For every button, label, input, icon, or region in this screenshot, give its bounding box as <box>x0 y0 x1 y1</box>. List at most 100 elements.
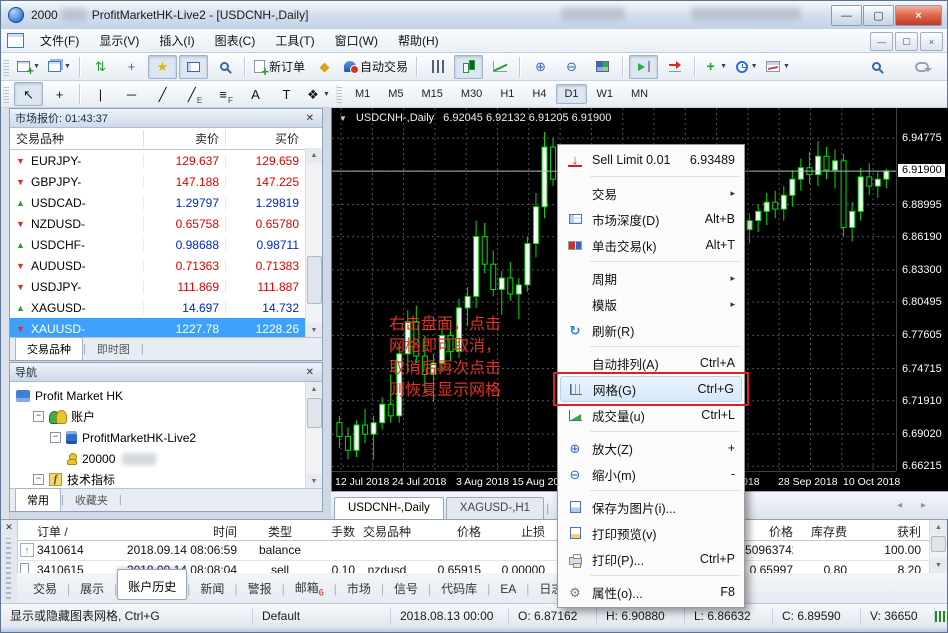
terminal-column-5[interactable]: 价格 <box>419 523 481 540</box>
context-menu-item-模版[interactable]: 模版▸ <box>558 291 744 317</box>
window-minimize-button[interactable]: — <box>831 5 862 26</box>
period-button-D1[interactable]: D1 <box>556 84 586 104</box>
market-watch-row-USDCAD-[interactable]: ▲USDCAD-1.297971.29819 <box>10 192 322 213</box>
chart-tab-scroll-arrows[interactable]: ◂ ▸ <box>897 500 934 511</box>
scroll-down-icon[interactable]: ▼ <box>306 474 322 489</box>
cursor-button[interactable]: ↖ <box>14 82 43 106</box>
scroll-up-icon[interactable]: ▲ <box>306 382 322 397</box>
market-watch-row-AUDUSD-[interactable]: ▼AUDUSD-0.713630.71383 <box>10 255 322 276</box>
chevron-down-icon[interactable]: ▼ <box>339 114 347 123</box>
candlestick-chart-button[interactable] <box>454 55 483 79</box>
terminal-tab-账户历史[interactable]: 账户历史 <box>117 569 187 600</box>
vertical-line-button[interactable]: | <box>86 82 115 106</box>
mdi-restore-button[interactable]: ▢ <box>895 32 918 51</box>
scroll-thumb[interactable] <box>931 536 946 552</box>
period-button-M30[interactable]: M30 <box>453 84 490 104</box>
terminal-tab-新闻[interactable]: 新闻 <box>190 576 234 601</box>
menu-item-6[interactable]: 帮助(H) <box>388 29 449 52</box>
period-button-H4[interactable]: H4 <box>524 84 554 104</box>
terminal-tab-交易[interactable]: 交易 <box>23 576 67 601</box>
dropdown-caret-icon[interactable]: ▼ <box>720 63 727 70</box>
market-watch-tab-1[interactable]: 即时图 <box>86 338 141 360</box>
terminal-tab-EA[interactable]: EA <box>490 578 526 600</box>
nav-item-2[interactable]: −ProfitMarketHK-Live2 <box>10 427 322 448</box>
window-close-button[interactable]: × <box>895 5 942 26</box>
terminal-toggle-button[interactable] <box>179 55 208 79</box>
mdi-minimize-button[interactable]: — <box>870 32 893 51</box>
community-button[interactable] <box>907 55 936 79</box>
terminal-column-6[interactable]: 止损 <box>483 523 545 540</box>
new-order-button[interactable]: 新订单 <box>251 55 308 79</box>
terminal-column-2[interactable]: 类型 <box>241 523 319 540</box>
drag-handle[interactable] <box>6 538 11 599</box>
chart-profiles-button[interactable]: ▼ <box>45 55 74 79</box>
price-axis[interactable]: 6.947756.919006.889956.861906.833006.804… <box>896 108 948 471</box>
context-menu-item-成交量(u)[interactable]: 成交量(u)Ctrl+L <box>558 402 744 428</box>
fibonacci-button[interactable]: ≡F <box>210 82 239 106</box>
autotrading-button[interactable]: 自动交易 <box>341 55 411 79</box>
context-menu-item-网格(G)[interactable]: 网格(G)Ctrl+G <box>560 376 742 402</box>
nav-item-0[interactable]: Profit Market HK <box>10 385 322 406</box>
title-bar[interactable]: 2000 ProfitMarketHK-Live2 - [USDCNH-,Dai… <box>1 1 947 29</box>
period-button-M1[interactable]: M1 <box>347 84 378 104</box>
dropdown-caret-icon[interactable]: ▼ <box>64 63 71 70</box>
auto-scroll-button[interactable] <box>660 55 689 79</box>
terminal-column-3[interactable]: 手数 <box>317 523 355 540</box>
scroll-down-icon[interactable]: ▼ <box>930 558 947 573</box>
text-label-button[interactable]: T <box>272 82 301 106</box>
terminal-tab-邮箱[interactable]: 邮箱6 <box>285 575 334 601</box>
terminal-column-10[interactable]: 获利 <box>849 523 921 540</box>
toolbar-grip[interactable] <box>3 58 9 76</box>
line-chart-button[interactable] <box>485 55 514 79</box>
context-menu-item-Sell Limit 0.01[interactable]: ↓Sell Limit 0.016.93489 <box>558 147 744 173</box>
trendline-button[interactable]: ╱ <box>148 82 177 106</box>
context-menu-item-市场深度(D)[interactable]: 市场深度(D)Alt+B <box>558 206 744 232</box>
context-menu-item-周期[interactable]: 周期▸ <box>558 265 744 291</box>
market-watch-row-GBPJPY-[interactable]: ▼GBPJPY-147.188147.225 <box>10 171 322 192</box>
navigator-scrollbar[interactable]: ▲ ▼ <box>305 382 322 489</box>
context-menu-item-打印(P)...[interactable]: 打印(P)...Ctrl+P <box>558 546 744 572</box>
shift-chart-end-button[interactable] <box>629 55 658 79</box>
context-menu-item-打印预览(v)[interactable]: 打印预览(v) <box>558 520 744 546</box>
market-watch-row-USDJPY-[interactable]: ▼USDJPY-111.869111.887 <box>10 276 322 297</box>
terminal-column-1[interactable]: 时间 <box>109 523 237 540</box>
context-menu-item-刷新(R)[interactable]: ↻刷新(R) <box>558 317 744 343</box>
context-menu-item-缩小(m)[interactable]: ⊖缩小(m)- <box>558 461 744 487</box>
close-icon[interactable]: ✕ <box>1 520 17 533</box>
toolbar-grip[interactable] <box>336 85 342 103</box>
scroll-up-icon[interactable]: ▲ <box>306 148 322 163</box>
scroll-down-icon[interactable]: ▼ <box>306 323 322 338</box>
menu-item-5[interactable]: 窗口(W) <box>325 29 388 52</box>
scroll-thumb[interactable] <box>307 398 322 428</box>
data-window-button[interactable]: + <box>117 55 146 79</box>
context-menu-item-放大(Z)[interactable]: ⊕放大(Z)+ <box>558 435 744 461</box>
context-menu-item-自动排列(A)[interactable]: 自动排列(A)Ctrl+A <box>558 350 744 376</box>
nav-item-4[interactable]: −f技术指标 <box>10 469 322 490</box>
nav-item-1[interactable]: −账户 <box>10 406 322 427</box>
strategy-tester-button[interactable] <box>210 55 239 79</box>
terminal-column-headers[interactable]: 订单 /时间类型手数交易品种价格止损止盈价格库存费获利 <box>17 520 930 541</box>
navigator-tab-0[interactable]: 常用 <box>15 488 61 511</box>
market-watch-row-XAUUSD-[interactable]: ▼XAUUSD-1227.781228.26 <box>10 318 322 339</box>
new-chart-button[interactable]: ▼ <box>14 55 43 79</box>
terminal-column-4[interactable]: 交易品种 <box>357 523 417 540</box>
market-watch-column-0[interactable]: 交易品种 <box>10 130 144 147</box>
tree-expander-icon[interactable]: − <box>33 411 44 422</box>
terminal-column-9[interactable]: 库存费 <box>795 523 847 540</box>
metaeditor-button[interactable]: ◆ <box>310 55 339 79</box>
scroll-up-icon[interactable]: ▲ <box>930 520 947 535</box>
terminal-tab-展示[interactable]: 展示 <box>70 576 114 601</box>
indicators-button[interactable]: ▼ <box>701 55 730 79</box>
terminal-column-0[interactable]: 订单 / <box>37 523 107 540</box>
templates-button[interactable]: ▼ <box>763 55 793 79</box>
zoom-out-button[interactable]: ⊖ <box>557 55 586 79</box>
close-icon[interactable]: ✕ <box>303 113 317 124</box>
market-watch-column-2[interactable]: 买价 <box>226 130 305 147</box>
bar-chart-button[interactable] <box>423 55 452 79</box>
market-watch-row-USDCHF-[interactable]: ▲USDCHF-0.986880.98711 <box>10 234 322 255</box>
dropdown-caret-icon[interactable]: ▼ <box>783 63 790 70</box>
close-icon[interactable]: ✕ <box>303 367 317 378</box>
menu-item-1[interactable]: 显示(V) <box>89 29 149 52</box>
navigator-tab-1[interactable]: 收藏夹 <box>64 489 119 511</box>
tile-windows-button[interactable] <box>588 55 617 79</box>
